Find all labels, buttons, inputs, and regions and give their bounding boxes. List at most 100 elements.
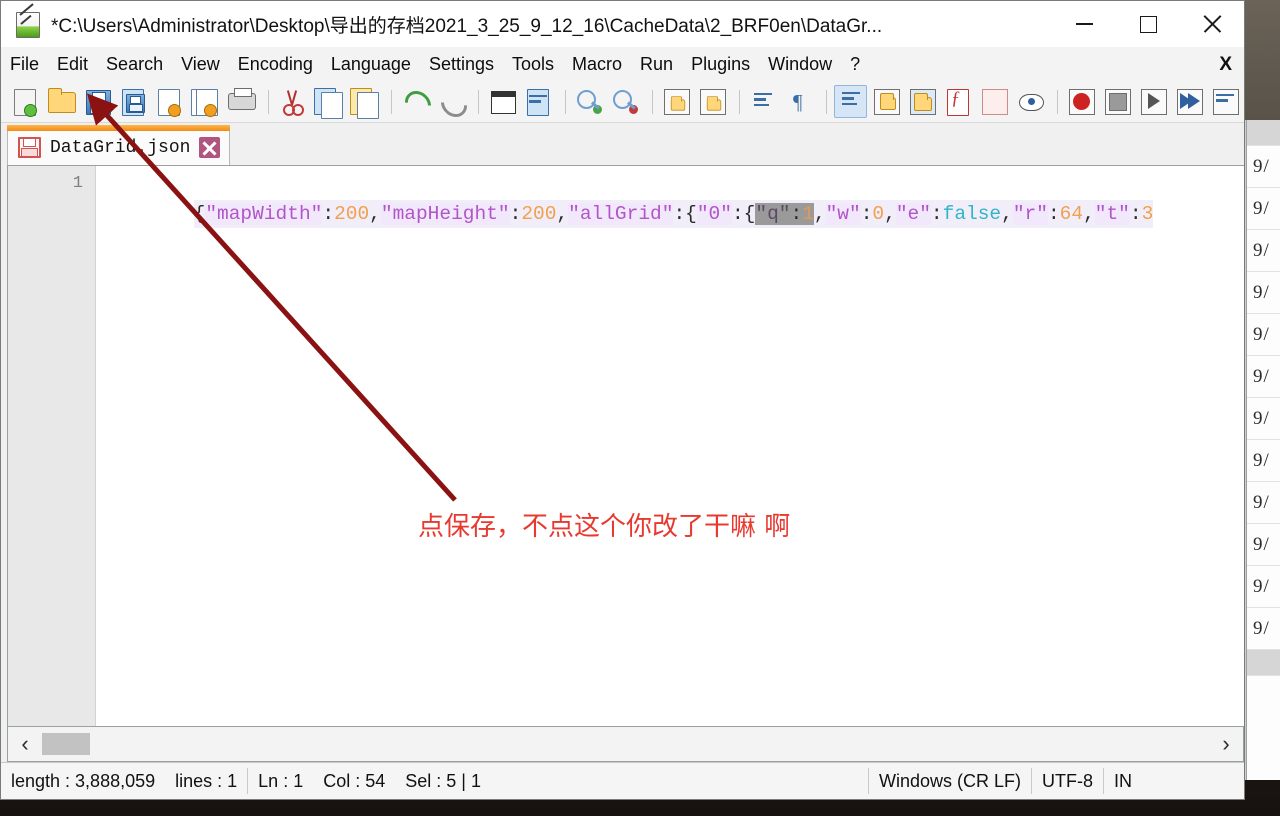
background-window-row: 9/ bbox=[1247, 608, 1280, 650]
word-wrap-icon[interactable] bbox=[747, 85, 780, 118]
close-document-button[interactable]: X bbox=[1219, 54, 1232, 76]
background-window-row: 9/ bbox=[1247, 314, 1280, 356]
close-icon bbox=[1202, 14, 1222, 34]
status-lines: lines : 1 bbox=[175, 770, 238, 791]
save-all-icon[interactable] bbox=[117, 85, 150, 118]
code-token: : bbox=[509, 203, 522, 225]
menu-item-encoding[interactable]: Encoding bbox=[229, 54, 322, 75]
background-window-row: 9/ bbox=[1247, 356, 1280, 398]
code-token: : bbox=[1047, 203, 1060, 225]
monitoring-icon[interactable] bbox=[1014, 85, 1047, 118]
scroll-right-arrow-icon[interactable]: › bbox=[1209, 728, 1243, 760]
save-macro-icon[interactable] bbox=[1209, 85, 1242, 118]
background-window-row: 9/ bbox=[1247, 440, 1280, 482]
menu-item-macro[interactable]: Macro bbox=[563, 54, 631, 75]
menu-item-help[interactable]: ? bbox=[841, 54, 869, 75]
tab-bar: DataGrid.json bbox=[1, 123, 1244, 165]
copy-icon[interactable] bbox=[312, 85, 345, 119]
undo-icon[interactable] bbox=[399, 85, 437, 123]
background-window[interactable]: 9/ 9/ 9/ 9/ 9/ 9/ 9/ 9/ 9/ 9/ 9/ 9/ bbox=[1246, 120, 1280, 780]
zoom-in-icon[interactable] bbox=[573, 85, 606, 118]
background-window-row: 9/ bbox=[1247, 398, 1280, 440]
background-window-row: 9/ bbox=[1247, 524, 1280, 566]
tab-label: DataGrid.json bbox=[50, 137, 191, 158]
new-file-icon[interactable] bbox=[9, 85, 42, 118]
show-all-chars-icon[interactable]: ¶ bbox=[783, 85, 816, 118]
indent-guide-icon[interactable] bbox=[834, 85, 867, 118]
menu-item-edit[interactable]: Edit bbox=[48, 54, 97, 75]
play-macro-icon[interactable] bbox=[1137, 85, 1170, 118]
open-file-icon[interactable] bbox=[45, 85, 78, 118]
menu-item-language[interactable]: Language bbox=[322, 54, 420, 75]
menu-item-file[interactable]: File bbox=[1, 54, 48, 75]
menu-item-view[interactable]: View bbox=[172, 54, 229, 75]
sync-horizontal-icon[interactable] bbox=[696, 85, 729, 118]
replace-icon[interactable] bbox=[522, 85, 555, 118]
code-token: "mapWidth" bbox=[205, 203, 323, 225]
toolbar-separator bbox=[739, 89, 740, 114]
close-all-icon[interactable] bbox=[189, 85, 222, 118]
status-insert-mode[interactable]: IN bbox=[1104, 763, 1244, 799]
menu-item-window[interactable]: Window bbox=[759, 54, 841, 75]
horizontal-scrollbar[interactable]: ‹ › bbox=[7, 727, 1244, 762]
user-define-dialog-icon[interactable] bbox=[870, 85, 903, 118]
toolbar-separator bbox=[268, 89, 269, 114]
code-token: , bbox=[813, 203, 826, 225]
code-token: "t" bbox=[1094, 203, 1130, 225]
cut-icon[interactable] bbox=[276, 85, 309, 118]
doc-map-icon[interactable] bbox=[906, 85, 939, 118]
status-col: Col : 54 bbox=[323, 770, 386, 791]
code-token: { bbox=[193, 203, 206, 225]
record-macro-icon[interactable] bbox=[1065, 85, 1098, 118]
annotation-text: 点保存，不点这个你改了干嘛 啊 bbox=[418, 512, 791, 542]
code-token: : bbox=[322, 203, 335, 225]
title-bar[interactable]: *C:\Users\Administrator\Desktop\导出的存档202… bbox=[1, 1, 1244, 47]
background-window-row: 9/ bbox=[1247, 146, 1280, 188]
code-token: 0 bbox=[872, 203, 885, 225]
menu-item-settings[interactable]: Settings bbox=[420, 54, 503, 75]
modified-file-icon bbox=[18, 137, 41, 158]
code-token: "allGrid" bbox=[568, 203, 674, 225]
scrollbar-thumb[interactable] bbox=[42, 733, 90, 755]
code-selection[interactable]: "q":1 bbox=[755, 203, 814, 225]
code-token: "w" bbox=[825, 203, 861, 225]
code-line-1: {"mapWidth":200,"mapHeight":200,"allGrid… bbox=[193, 200, 1154, 228]
code-content[interactable]: {"mapWidth":200,"mapHeight":200,"allGrid… bbox=[96, 166, 1244, 726]
code-token: : bbox=[790, 203, 803, 225]
close-button[interactable] bbox=[1180, 1, 1244, 47]
find-icon[interactable] bbox=[486, 85, 519, 118]
toolbar-separator bbox=[391, 89, 392, 114]
save-icon[interactable] bbox=[81, 85, 114, 118]
background-window-row: 9/ bbox=[1247, 566, 1280, 608]
redo-icon[interactable] bbox=[435, 85, 473, 123]
stop-macro-icon[interactable] bbox=[1101, 85, 1134, 118]
close-file-icon[interactable] bbox=[153, 85, 186, 118]
editor-area: 1 {"mapWidth":200,"mapHeight":200,"allGr… bbox=[1, 165, 1244, 727]
zoom-out-icon[interactable] bbox=[609, 85, 642, 118]
paste-icon[interactable] bbox=[348, 85, 381, 119]
menu-item-plugins[interactable]: Plugins bbox=[682, 54, 759, 75]
background-window-header bbox=[1247, 120, 1280, 146]
folder-workspace-icon[interactable] bbox=[978, 85, 1011, 118]
tab-datagrid-json[interactable]: DataGrid.json bbox=[7, 125, 231, 165]
code-token: "e" bbox=[895, 203, 931, 225]
function-list-icon[interactable]: ƒ bbox=[942, 85, 975, 118]
print-icon[interactable] bbox=[225, 85, 258, 118]
status-encoding[interactable]: UTF-8 bbox=[1032, 763, 1103, 799]
scroll-left-arrow-icon[interactable]: ‹ bbox=[8, 728, 42, 760]
code-token: "r" bbox=[1012, 203, 1048, 225]
text-editor[interactable]: 1 {"mapWidth":200,"mapHeight":200,"allGr… bbox=[7, 165, 1244, 727]
code-token: 200 bbox=[334, 203, 370, 225]
menu-item-run[interactable]: Run bbox=[631, 54, 682, 75]
run-macro-multiple-icon[interactable] bbox=[1173, 85, 1206, 118]
menu-item-search[interactable]: Search bbox=[97, 54, 172, 75]
tab-close-icon[interactable] bbox=[199, 137, 221, 158]
status-eol[interactable]: Windows (CR LF) bbox=[869, 763, 1031, 799]
menu-item-tools[interactable]: Tools bbox=[503, 54, 563, 75]
minimize-button[interactable] bbox=[1052, 1, 1116, 47]
maximize-button[interactable] bbox=[1116, 1, 1180, 47]
sync-vertical-icon[interactable] bbox=[660, 85, 693, 118]
notepadpp-window: *C:\Users\Administrator\Desktop\导出的存档202… bbox=[0, 0, 1245, 800]
code-token: 200 bbox=[521, 203, 557, 225]
code-token: "0" bbox=[696, 203, 732, 225]
